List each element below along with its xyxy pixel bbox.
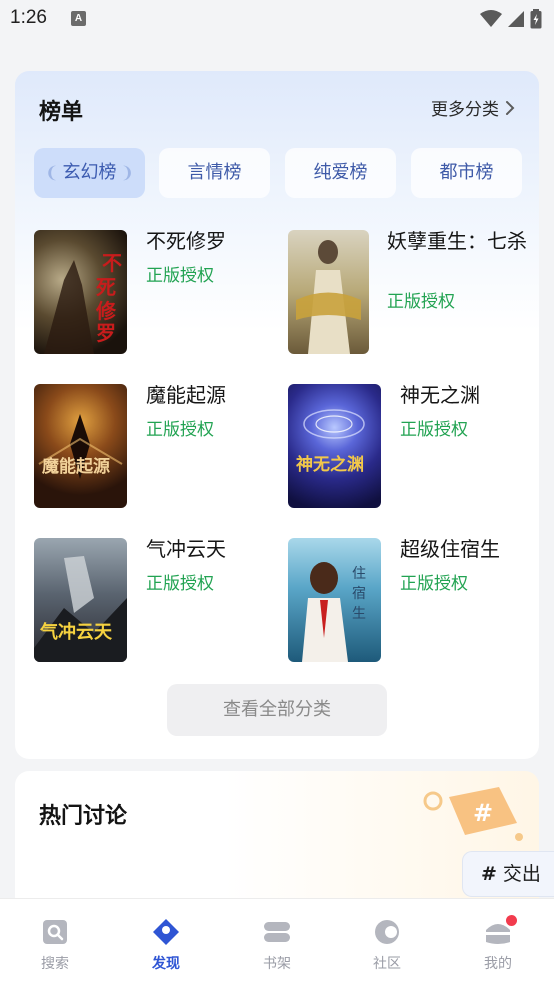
tab-dushi[interactable]: 都市榜 bbox=[411, 148, 522, 198]
search-icon bbox=[43, 920, 67, 944]
hot-discussion-card: 热门讨论 # bbox=[15, 771, 539, 911]
book-title: 气冲云天 bbox=[146, 537, 226, 561]
tab-yanqing[interactable]: 言情榜 bbox=[159, 148, 270, 198]
svg-text:住: 住 bbox=[352, 566, 366, 582]
hash-icon: # bbox=[481, 863, 497, 885]
book-item[interactable]: 住 宿 生 超级住宿生 正版授权 bbox=[288, 537, 528, 662]
svg-text:气冲云天: 气冲云天 bbox=[39, 621, 113, 643]
svg-text:死: 死 bbox=[96, 275, 116, 299]
book-title: 神无之渊 bbox=[400, 383, 480, 407]
book-item[interactable]: 魔能起源 魔能起源 正版授权 bbox=[34, 383, 264, 508]
nav-label: 社区 bbox=[373, 956, 401, 972]
book-tag: 正版授权 bbox=[146, 420, 214, 440]
tab-label: 玄幻榜 bbox=[62, 162, 117, 183]
tab-label: 都市榜 bbox=[439, 162, 494, 183]
nav-profile[interactable]: 我的 bbox=[458, 899, 538, 985]
book-title: 魔能起源 bbox=[146, 383, 226, 407]
book-title: 妖孽重生：七杀 bbox=[387, 229, 527, 253]
hot-discussion-title: 热门讨论 bbox=[39, 804, 128, 829]
svg-text:罗: 罗 bbox=[96, 321, 116, 345]
hashtag-decoration-icon: # bbox=[423, 787, 523, 841]
status-time: 1:26 bbox=[10, 7, 47, 28]
view-all-categories-button[interactable]: 查看全部分类 bbox=[167, 684, 387, 736]
nav-label: 发现 bbox=[152, 956, 180, 972]
svg-text:修: 修 bbox=[95, 299, 117, 323]
more-categories-link[interactable]: 更多分类 bbox=[431, 95, 515, 120]
topic-chip[interactable]: # 交出 bbox=[462, 851, 554, 897]
nav-label: 我的 bbox=[484, 956, 512, 972]
book-item[interactable]: 气冲云天 气冲云天 正版授权 bbox=[34, 537, 264, 662]
wifi-icon bbox=[479, 9, 502, 27]
book-cover: 不 死 修 罗 bbox=[34, 230, 127, 354]
tab-label: 言情榜 bbox=[187, 162, 242, 183]
notification-badge bbox=[506, 915, 517, 926]
svg-text:#: # bbox=[473, 799, 493, 827]
notification-icon: A bbox=[71, 11, 86, 26]
chevron-right-icon bbox=[506, 100, 515, 115]
laurel-right-icon: ❩ bbox=[120, 163, 134, 182]
svg-text:魔能起源: 魔能起源 bbox=[42, 456, 110, 477]
book-title: 超级住宿生 bbox=[400, 537, 500, 561]
svg-text:不: 不 bbox=[102, 251, 122, 275]
ranking-tabs: ❨ 玄幻榜 ❩ 言情榜 纯爱榜 都市榜 bbox=[34, 148, 522, 198]
svg-text:神无之渊: 神无之渊 bbox=[296, 454, 364, 475]
book-tag: 正版授权 bbox=[146, 574, 214, 594]
book-cover: 魔能起源 bbox=[34, 384, 127, 508]
battery-icon bbox=[530, 8, 542, 28]
laurel-left-icon: ❨ bbox=[45, 163, 59, 182]
more-categories-label: 更多分类 bbox=[431, 100, 499, 120]
bottom-nav: 搜索 发现 书架 社区 我的 bbox=[0, 898, 554, 985]
tab-chunai[interactable]: 纯爱榜 bbox=[285, 148, 396, 198]
book-tag: 正版授权 bbox=[387, 292, 455, 312]
nav-label: 书架 bbox=[263, 956, 291, 972]
book-cover: 神无之渊 bbox=[288, 384, 381, 508]
discover-icon bbox=[153, 919, 179, 945]
nav-search[interactable]: 搜索 bbox=[15, 899, 95, 985]
book-item[interactable]: 不 死 修 罗 不死修罗 正版授权 bbox=[34, 229, 264, 354]
book-cover bbox=[288, 230, 369, 354]
signal-icon bbox=[507, 10, 524, 27]
svg-text:宿: 宿 bbox=[352, 585, 366, 602]
ranking-title: 榜单 bbox=[39, 100, 84, 125]
bookshelf-icon bbox=[264, 922, 290, 942]
book-item[interactable]: 神无之渊 神无之渊 正版授权 bbox=[288, 383, 528, 508]
tab-label: 纯爱榜 bbox=[313, 162, 368, 183]
nav-bookshelf[interactable]: 书架 bbox=[237, 899, 317, 985]
system-icons bbox=[479, 8, 542, 28]
tab-xuanhuan[interactable]: ❨ 玄幻榜 ❩ bbox=[34, 148, 145, 198]
book-tag: 正版授权 bbox=[400, 574, 468, 594]
nav-label: 搜索 bbox=[41, 956, 69, 972]
book-cover: 气冲云天 bbox=[34, 538, 127, 662]
svg-text:生: 生 bbox=[352, 606, 366, 622]
book-cover: 住 宿 生 bbox=[288, 538, 381, 662]
community-icon bbox=[375, 920, 399, 944]
status-bar: 1:26 A bbox=[0, 0, 554, 40]
nav-community[interactable]: 社区 bbox=[347, 899, 427, 985]
book-item[interactable]: 妖孽重生：七杀 正版授权 bbox=[288, 229, 528, 354]
book-tag: 正版授权 bbox=[400, 420, 468, 440]
book-title: 不死修罗 bbox=[146, 229, 226, 253]
book-tag: 正版授权 bbox=[146, 266, 214, 286]
topic-chip-label: 交出 bbox=[502, 863, 541, 885]
nav-discover[interactable]: 发现 bbox=[126, 899, 206, 985]
ranking-card: 榜单 更多分类 ❨玄幻榜❩ 言情榜 纯爱榜 都市榜 不 死 修 罗 不死修罗 bbox=[15, 71, 539, 759]
